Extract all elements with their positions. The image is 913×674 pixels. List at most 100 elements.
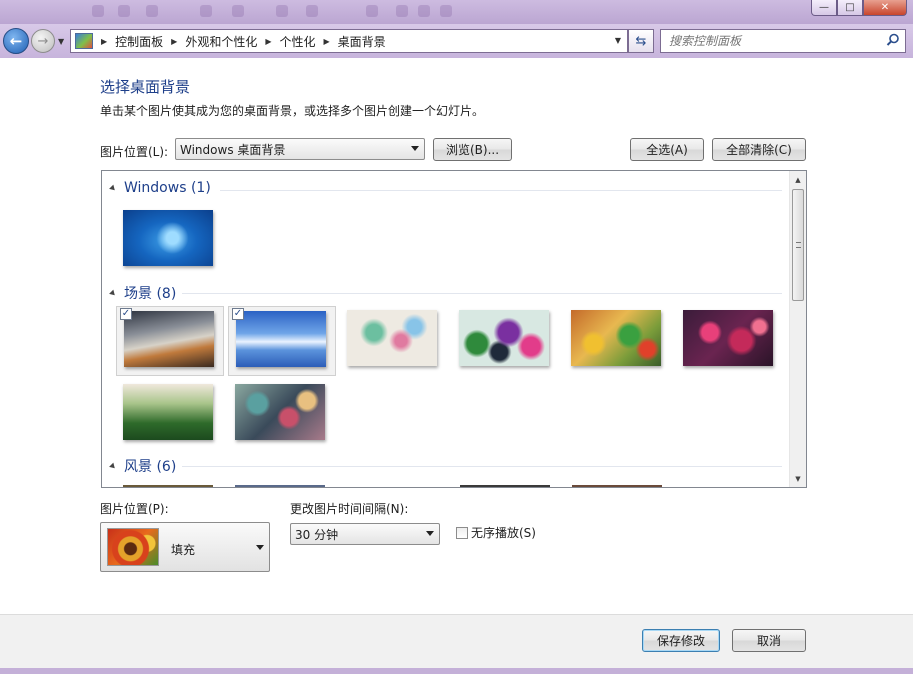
group-header-landscapes[interactable]: 风景 (6) <box>109 456 176 476</box>
scroll-thumb[interactable] <box>792 189 804 301</box>
scroll-up-icon[interactable]: ▲ <box>790 171 806 188</box>
checkbox-checked-icon[interactable]: ✓ <box>232 308 244 320</box>
picture-position-dropdown[interactable]: 填充 <box>100 522 270 572</box>
landscape-thumbnails-peek <box>123 485 773 487</box>
arrow-right-icon: → <box>37 33 49 49</box>
shuffle-label[interactable]: 无序播放(S) <box>471 524 536 541</box>
forward-button[interactable]: → <box>31 29 55 53</box>
wallpaper-thumbnail[interactable] <box>116 380 224 450</box>
group-divider <box>182 293 782 294</box>
picture-location-dropdown[interactable]: Windows 桌面背景 <box>175 138 425 160</box>
chevron-down-icon <box>256 545 264 550</box>
maximize-button[interactable]: □ <box>837 0 863 16</box>
wallpaper-thumbnail[interactable] <box>340 306 448 376</box>
search-input[interactable] <box>661 30 871 52</box>
arrow-left-icon: ← <box>9 32 23 50</box>
blurred-toolbar-icon <box>306 5 318 17</box>
navigation-bar: ← → ▼ ▶ 控制面板 ▶ 外观和个性化 ▶ 个性化 ▶ 桌面背景 ▼ ⇆ <box>0 24 913 58</box>
blurred-toolbar-icon <box>396 5 408 17</box>
browse-button[interactable]: 浏览(B)... <box>433 138 512 161</box>
chevron-down-icon <box>411 146 419 151</box>
sky-wallpaper <box>236 311 326 367</box>
breadcrumb-separator-icon[interactable]: ▶ <box>265 37 271 46</box>
address-bar[interactable]: ▶ 控制面板 ▶ 外观和个性化 ▶ 个性化 ▶ 桌面背景 ▼ <box>70 29 628 53</box>
blurred-toolbar-icon <box>200 5 212 17</box>
flower-preview-image <box>107 528 159 566</box>
collapse-triangle-icon[interactable] <box>109 184 117 192</box>
colorful-art-wallpaper <box>459 310 549 366</box>
save-changes-button[interactable]: 保存修改 <box>642 629 720 652</box>
address-dropdown-icon[interactable]: ▼ <box>615 36 621 45</box>
beach-wallpaper <box>124 311 214 367</box>
chevron-down-icon <box>426 531 434 536</box>
close-button[interactable]: ✕ <box>863 0 907 16</box>
hearts-wallpaper <box>683 310 773 366</box>
wallpaper-thumbnail[interactable] <box>452 306 560 376</box>
picture-position-label: 图片位置(P): <box>100 502 169 516</box>
group-divider <box>220 190 782 191</box>
wallpaper-gallery[interactable]: Windows (1) 场景 (8) ✓ ✓ 风景 (6) ▲ ▼ <box>101 170 807 488</box>
wallpaper-thumbnail[interactable] <box>116 206 224 276</box>
breadcrumb-separator-icon[interactable]: ▶ <box>101 37 107 46</box>
blurred-toolbar-icon <box>276 5 288 17</box>
recent-pages-dropdown-icon[interactable]: ▼ <box>58 37 64 46</box>
grip-icon <box>796 242 801 248</box>
select-all-button[interactable]: 全选(A) <box>630 138 704 161</box>
picture-position-value: 填充 <box>171 543 196 557</box>
wallpaper-thumbnail[interactable] <box>676 306 784 376</box>
windows-logo-wallpaper <box>123 210 213 266</box>
breadcrumb-desktop-background[interactable]: 桌面背景 <box>338 33 386 50</box>
shuffle-checkbox[interactable] <box>456 527 468 539</box>
picture-location-label: 图片位置(L): <box>100 145 169 159</box>
wallpaper-thumbnail[interactable] <box>228 380 336 450</box>
picture-location-value: Windows 桌面背景 <box>180 142 286 157</box>
footer-bar: 保存修改 取消 <box>0 614 913 668</box>
group-header-scenes[interactable]: 场景 (8) <box>109 283 177 303</box>
scroll-down-icon[interactable]: ▼ <box>790 470 806 487</box>
breadcrumb-separator-icon[interactable]: ▶ <box>324 37 330 46</box>
clear-all-button[interactable]: 全部清除(C) <box>712 138 806 161</box>
collapse-triangle-icon[interactable] <box>109 462 117 470</box>
abstract-art-wallpaper <box>347 310 437 366</box>
wallpaper-thumbnail[interactable] <box>564 306 672 376</box>
group-title: 场景 (8) <box>124 286 177 302</box>
breadcrumb-separator-icon[interactable]: ▶ <box>171 37 177 46</box>
mosaic-wallpaper <box>235 384 325 440</box>
page-description: 单击某个图片使其成为您的桌面背景，或选择多个图片创建一个幻灯片。 <box>100 104 485 118</box>
group-title: Windows (1) <box>124 180 211 196</box>
breadcrumb-appearance[interactable]: 外观和个性化 <box>185 33 257 50</box>
wallpaper-thumbnail-selected[interactable]: ✓ <box>116 306 224 376</box>
content-area: 选择桌面背景 单击某个图片使其成为您的桌面背景，或选择多个图片创建一个幻灯片。 … <box>0 58 913 614</box>
breadcrumb-personalization[interactable]: 个性化 <box>280 33 316 50</box>
blurred-toolbar-icon <box>232 5 244 17</box>
minimize-button[interactable]: — <box>811 0 837 16</box>
refresh-button[interactable]: ⇆ <box>628 29 654 53</box>
search-box[interactable] <box>660 29 906 53</box>
interval-label: 更改图片时间间隔(N): <box>290 502 409 516</box>
blurred-toolbar-icon <box>440 5 452 17</box>
group-divider <box>182 466 782 467</box>
checkbox-checked-icon[interactable]: ✓ <box>120 308 132 320</box>
window-bottom-border <box>0 668 913 674</box>
page-title: 选择桌面背景 <box>100 78 191 96</box>
breadcrumb-control-panel[interactable]: 控制面板 <box>115 33 163 50</box>
cancel-button[interactable]: 取消 <box>732 629 806 652</box>
refresh-icon: ⇆ <box>635 33 647 49</box>
meadow-wallpaper <box>123 384 213 440</box>
search-icon[interactable] <box>886 33 900 47</box>
interval-dropdown[interactable]: 30 分钟 <box>290 523 440 545</box>
collapse-triangle-icon[interactable] <box>109 289 117 297</box>
title-bar: — □ ✕ <box>0 0 913 24</box>
window-controls: — □ ✕ <box>811 0 907 16</box>
back-button[interactable]: ← <box>3 28 29 54</box>
festive-art-wallpaper <box>571 310 661 366</box>
gallery-scrollbar[interactable]: ▲ ▼ <box>789 171 806 487</box>
interval-value: 30 分钟 <box>295 527 339 542</box>
blurred-toolbar-icon <box>118 5 130 17</box>
control-panel-icon <box>75 33 93 49</box>
blurred-toolbar-icon <box>146 5 158 17</box>
group-header-windows[interactable]: Windows (1) <box>109 180 211 196</box>
wallpaper-thumbnail-selected[interactable]: ✓ <box>228 306 336 376</box>
blurred-toolbar-icon <box>366 5 378 17</box>
blurred-toolbar-icon <box>92 5 104 17</box>
